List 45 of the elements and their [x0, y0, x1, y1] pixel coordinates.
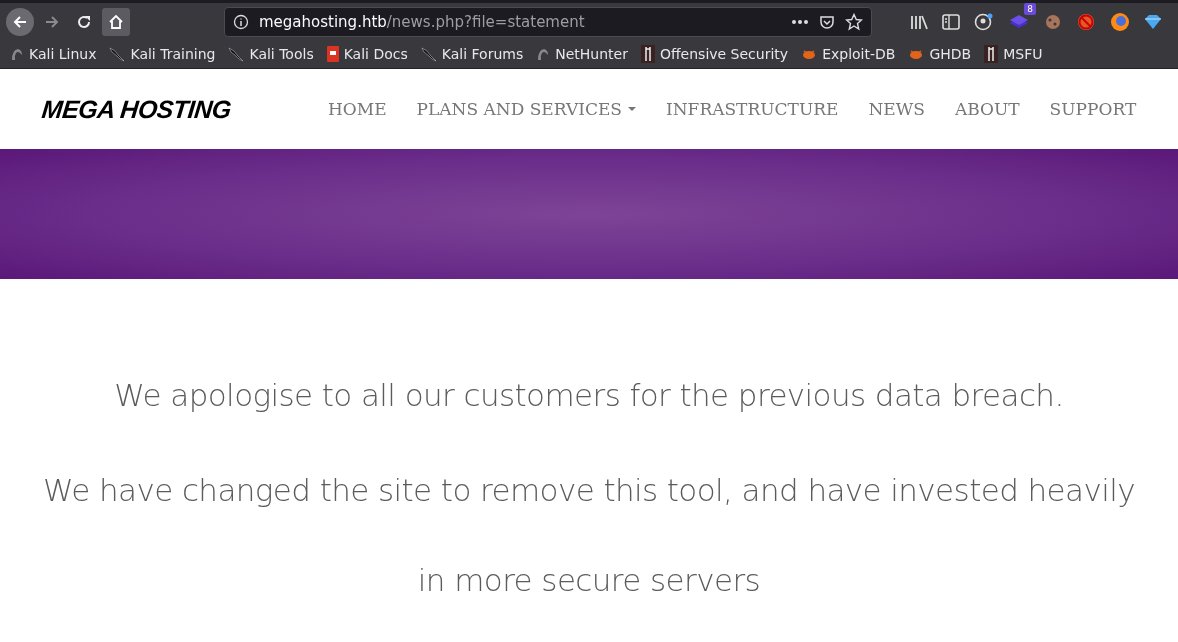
back-button[interactable] — [6, 7, 34, 36]
address-bar[interactable]: megahosting.htb/news.php?file=statement — [224, 6, 872, 37]
bookmark-link[interactable]: Offensive Security — [659, 46, 789, 62]
firefox-icon[interactable] — [1110, 11, 1130, 32]
bookmark-link[interactable]: Kali Docs — [343, 46, 408, 62]
statement-text: We have changed the site to remove this tool, and have invested heavily in more secure servers — [42, 471, 1136, 600]
more-icon[interactable] — [791, 18, 809, 25]
site-logo[interactable]: MEGA HOSTING — [40, 94, 314, 124]
forward-arrow-icon — [44, 13, 60, 30]
bookmark-link[interactable]: NetHunter — [555, 46, 628, 62]
cookie-icon[interactable] — [1044, 12, 1062, 31]
statement-text: We apologise to all our customers for the previous data breach. — [114, 376, 1064, 415]
info-icon — [233, 13, 249, 30]
bookmark-link[interactable]: MSFU — [1003, 46, 1043, 62]
nav-link[interactable]: SUPPORT — [1049, 99, 1137, 119]
bug-icon — [801, 47, 818, 61]
offsec-icon — [984, 45, 999, 63]
bookmark-link[interactable]: Kali Linux — [29, 46, 97, 62]
home-button[interactable] — [102, 7, 130, 36]
document-icon — [326, 46, 339, 62]
back-arrow-icon — [12, 13, 28, 30]
caret-icon — [628, 107, 636, 111]
account-icon[interactable] — [974, 11, 994, 32]
nav-link[interactable]: ABOUT — [954, 99, 1020, 119]
home-icon — [108, 13, 124, 30]
bookmark-link[interactable]: Kali Tools — [249, 46, 314, 62]
blocked-icon[interactable] — [1076, 11, 1096, 32]
nav-link[interactable]: INFRASTRUCTURE — [666, 99, 839, 119]
library-icon[interactable] — [910, 13, 928, 30]
gem-icon[interactable] — [1144, 13, 1162, 30]
url-text: megahosting.htb/news.php?file=statement — [259, 12, 586, 31]
bookmark-link[interactable]: GHDB — [929, 46, 972, 62]
bookmark-link[interactable]: Exploit-DB — [822, 46, 896, 62]
nav-link[interactable]: NEWS — [868, 99, 925, 119]
sidebar-icon[interactable] — [942, 13, 960, 30]
reload-icon — [76, 13, 92, 30]
nav-link[interactable]: PLANS AND SERVICES — [416, 99, 636, 119]
bug-icon — [908, 47, 925, 61]
pocket-icon[interactable] — [819, 13, 835, 30]
offsec-icon — [640, 45, 655, 63]
nav-link[interactable]: HOME — [328, 99, 387, 119]
notification-badge: 8 — [1024, 2, 1036, 15]
bookmark-link[interactable]: Kali Training — [130, 46, 216, 62]
star-icon[interactable] — [845, 12, 863, 31]
bookmark-link[interactable]: Kali Forums — [441, 46, 524, 62]
